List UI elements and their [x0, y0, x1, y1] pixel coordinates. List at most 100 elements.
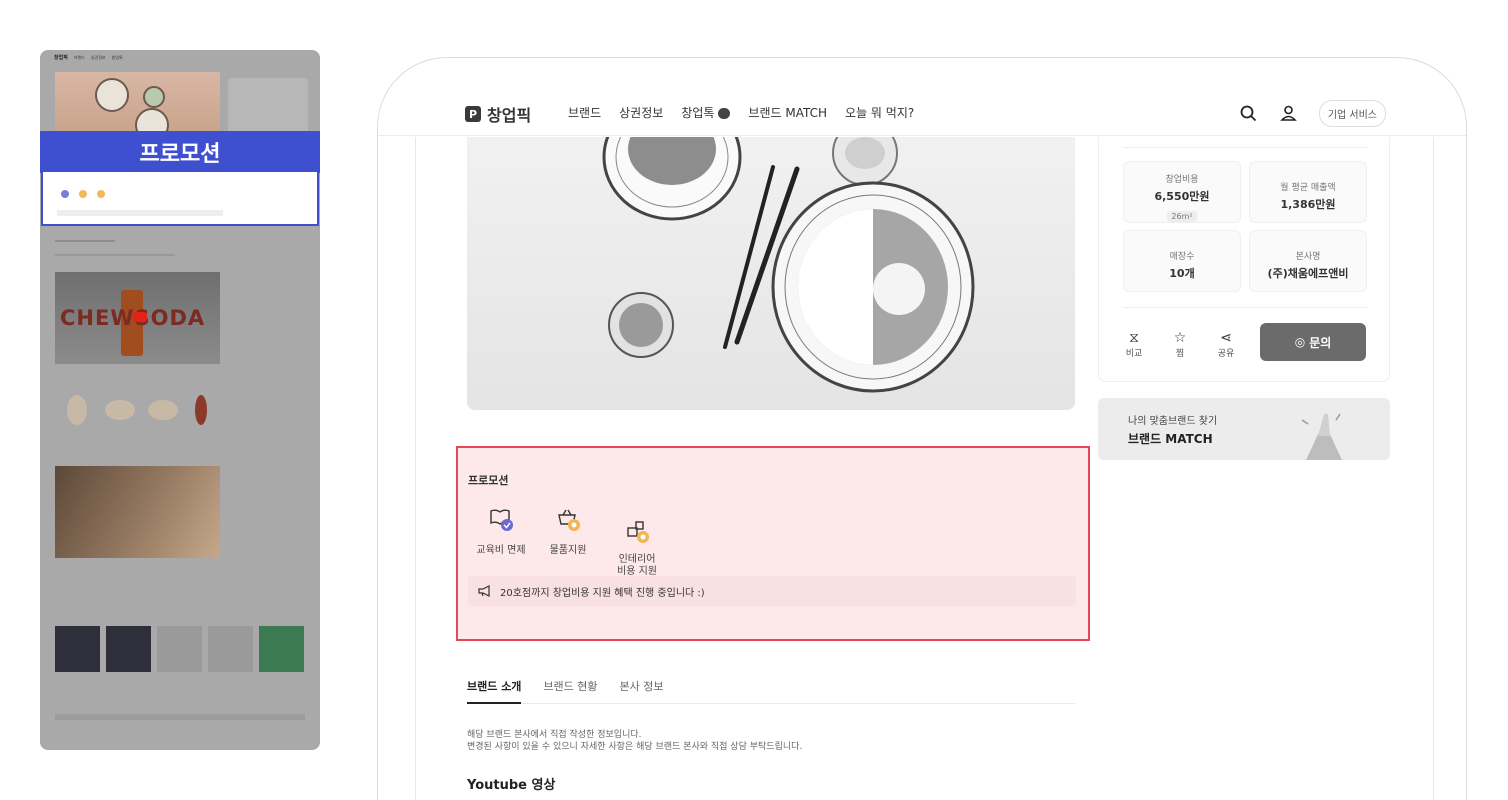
stat-label: 본사명 — [1295, 252, 1321, 262]
thumbnail-nav-item: 창업톡 — [111, 54, 123, 60]
stat-monthly-sales: 월 평균 매출액 1,386만원 — [1249, 161, 1367, 223]
benefit-label: 물품지원 — [549, 545, 587, 556]
stat-area-tag: 26m² — [1167, 211, 1197, 222]
logo[interactable]: P 창업픽 — [465, 102, 531, 126]
thumbnail-notice — [57, 210, 223, 216]
thumbnail-benefit-dot — [61, 190, 69, 198]
thumbnail-promo-box — [41, 172, 319, 226]
brand-tabs: 브랜드 소개 브랜드 현황 본사 정보 — [467, 678, 1075, 704]
nav-item-district[interactable]: 상권정보 — [619, 104, 663, 121]
stat-value: 10개 — [1169, 267, 1195, 280]
book-check-icon — [490, 509, 513, 531]
thumbnail-hero-image — [55, 72, 220, 142]
stat-label: 매장수 — [1169, 252, 1195, 262]
thumbnail-benefit-dot — [79, 190, 87, 198]
site-header: P 창업픽 브랜드 상권정보 창업톡 브랜드 MATCH 오늘 뭐 먹지? 기업… — [378, 88, 1466, 136]
thumbnail-brand-card — [208, 626, 253, 672]
match-title: 브랜드 MATCH — [1128, 432, 1213, 446]
thumbnail-menu-item — [105, 400, 135, 420]
brand-info-card: 창업비용 6,550만원 26m² 월 평균 매출액 1,386만원 매장수 1… — [1098, 137, 1390, 382]
inquire-label: 문의 — [1309, 335, 1332, 350]
save-button[interactable]: ☆ 찜 — [1165, 330, 1195, 359]
thumbnail-menu-item — [148, 400, 178, 420]
thumbnail-nav-item: 브랜드 — [73, 54, 85, 60]
thumbnail-brand-card — [157, 626, 202, 672]
save-label: 찜 — [1175, 349, 1185, 359]
inquire-button[interactable]: ◎ 문의 — [1260, 323, 1366, 361]
share-label: 공유 — [1217, 349, 1235, 359]
youtube-section-title: Youtube 영상 — [467, 778, 556, 793]
promotion-notice-text: 20호점까지 창업비용 지원 혜택 진행 중입니다 :) — [500, 587, 705, 599]
thumbnail-play-icon — [133, 312, 147, 322]
thumbnail-promo-label: 프로모션 — [40, 131, 320, 173]
thumbnail-benefit-icons — [61, 190, 105, 198]
stat-value: 1,386만원 — [1280, 198, 1336, 211]
thumbnail-brand-card — [55, 626, 100, 672]
thumbnail-footer — [55, 714, 305, 720]
benefit-goods: 물품지원 — [544, 506, 592, 556]
compare-button[interactable]: ⧖ 비교 — [1119, 330, 1149, 359]
thumbnail-plate — [95, 78, 129, 112]
stat-company-name: 본사명 (주)채움에프앤비 — [1249, 230, 1367, 292]
chat-icon: ◎ — [1294, 335, 1306, 349]
star-icon: ☆ — [1173, 330, 1187, 346]
thumbnail-benefit-dot — [97, 190, 105, 198]
thumbnail-nav: 창업픽 브랜드 상권정보 창업톡 — [54, 54, 123, 62]
stat-value: 6,550만원 — [1154, 190, 1210, 203]
tab-brand-status[interactable]: 브랜드 현황 — [543, 678, 597, 703]
thumbnail-video: CHEWSODA — [55, 272, 220, 364]
stat-store-count: 매장수 10개 — [1123, 230, 1241, 292]
main-nav: 브랜드 상권정보 창업톡 브랜드 MATCH 오늘 뭐 먹지? — [568, 104, 914, 121]
thumbnail-brand-card — [259, 626, 304, 672]
promotion-title: 프로모션 — [468, 474, 509, 487]
thumbnail-desc — [55, 254, 175, 256]
promotion-notice: 20호점까지 창업비용 지원 혜택 진행 중입니다 :) — [468, 576, 1076, 606]
page-thumbnail: 창업픽 브랜드 상권정보 창업톡 프로모션 CHEWSODA — [40, 50, 320, 750]
share-icon: ⋖ — [1220, 330, 1232, 346]
brand-hero-image — [467, 137, 1075, 410]
thumbnail-menu-item — [195, 395, 207, 425]
business-service-button[interactable]: 기업 서비스 — [1318, 100, 1386, 127]
match-subtitle: 나의 맞춤브랜드 찾기 — [1128, 416, 1218, 427]
thumbnail-similar-brands — [55, 626, 304, 672]
nav-item-food[interactable]: 오늘 뭐 먹지? — [845, 104, 914, 121]
thumbnail-tabs — [55, 240, 115, 242]
benefit-label: 인테리어 비용 지원 — [617, 554, 657, 577]
stat-label: 월 평균 매출액 — [1280, 183, 1336, 193]
tab-brand-intro[interactable]: 브랜드 소개 — [467, 678, 522, 704]
thumbnail-logo: 창업픽 — [54, 55, 68, 61]
basket-icon — [558, 509, 580, 531]
interior-icon — [627, 521, 649, 543]
nav-item-talk-label: 창업톡 — [681, 106, 715, 120]
logo-mark-icon: P — [465, 106, 481, 122]
logo-text: 창업픽 — [487, 106, 532, 125]
nav-item-talk[interactable]: 창업톡 — [681, 104, 731, 121]
nav-item-brand[interactable]: 브랜드 — [568, 104, 601, 121]
thumbnail-store-photo — [55, 466, 220, 558]
compare-icon: ⧖ — [1129, 330, 1139, 346]
description-line: 해당 브랜드 본사에서 직접 작성한 정보입니다. — [467, 730, 642, 740]
header-actions: 기업 서비스 — [1239, 100, 1386, 127]
content-border-left — [415, 137, 416, 800]
share-button[interactable]: ⋖ 공유 — [1211, 330, 1241, 359]
megaphone-icon — [478, 585, 490, 597]
high-five-icon — [1301, 413, 1342, 460]
compare-label: 비교 — [1125, 349, 1143, 359]
search-icon[interactable] — [1239, 104, 1259, 124]
brand-description: 해당 브랜드 본사에서 직접 작성한 정보입니다. 변경된 사항이 있을 수 있… — [467, 729, 802, 753]
thumbnail-plate — [143, 86, 165, 108]
benefit-label: 교육비 면제 — [476, 545, 526, 556]
chat-bubble-icon — [718, 108, 731, 119]
description-line: 변경된 사항이 있을 수 있으니 자세한 사항은 해당 브랜드 본사와 직접 상… — [467, 742, 803, 752]
brand-match-banner[interactable]: 나의 맞춤브랜드 찾기 브랜드 MATCH — [1098, 398, 1390, 460]
user-icon[interactable] — [1279, 104, 1299, 124]
promotion-section: 프로모션 교육비 면제 물품지원 인테리어 비용 지원 20호점까지 창업비용 … — [456, 446, 1090, 641]
thumbnail-brand-card — [106, 626, 151, 672]
nav-item-match[interactable]: 브랜드 MATCH — [748, 104, 827, 121]
thumbnail-menu-item — [67, 395, 87, 425]
stat-startup-cost: 창업비용 6,550만원 26m² — [1123, 161, 1241, 223]
stat-label: 창업비용 — [1165, 175, 1199, 185]
stat-value: (주)채움에프앤비 — [1267, 267, 1349, 280]
tab-hq-info[interactable]: 본사 정보 — [620, 678, 664, 703]
divider — [1123, 307, 1367, 308]
